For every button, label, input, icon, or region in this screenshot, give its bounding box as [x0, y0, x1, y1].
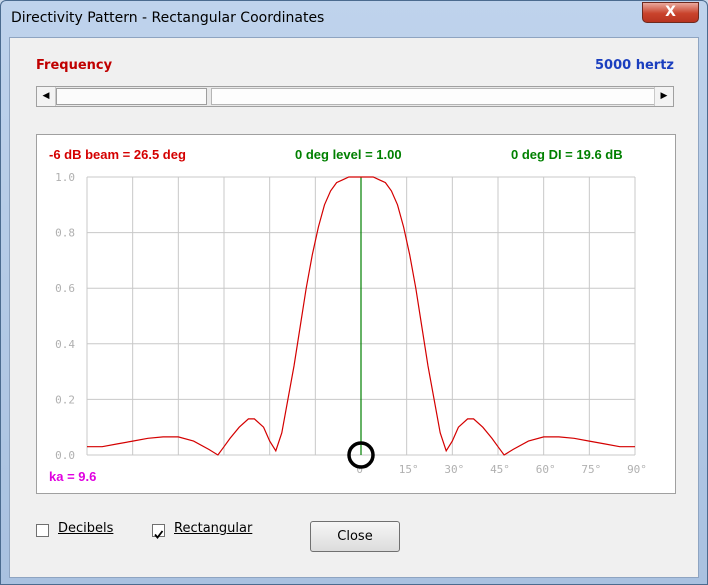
- y-tick-label: 0.4: [55, 338, 75, 351]
- decibels-label[interactable]: Decibels: [58, 521, 113, 536]
- chart-svg: 0.00.20.40.60.81.00° 15° 30° 45° 60° 75° 90° -…: [49, 147, 647, 484]
- x-tick-label: 15°: [399, 463, 419, 476]
- rectangular-checkbox[interactable]: [152, 524, 165, 539]
- frequency-value: 5000 hertz: [595, 58, 674, 73]
- check-mark-icon: [154, 530, 164, 539]
- rectangular-label[interactable]: Rectangular: [174, 521, 252, 536]
- slider-track[interactable]: [211, 88, 655, 105]
- y-tick-label: 0.0: [55, 449, 75, 462]
- scroll-left-arrow-icon[interactable]: ◀: [37, 87, 56, 106]
- scroll-right-arrow-icon[interactable]: ▶: [654, 87, 673, 106]
- y-tick-label: 0.6: [55, 282, 75, 295]
- slider-thumb[interactable]: [56, 88, 207, 105]
- title-bar[interactable]: Directivity Pattern - Rectangular Coordi…: [1, 1, 707, 37]
- y-tick-label: 0.8: [55, 227, 75, 240]
- x-tick-label: 30°: [444, 463, 464, 476]
- window-title: Directivity Pattern - Rectangular Coordi…: [11, 10, 325, 26]
- close-window-button[interactable]: X: [642, 2, 699, 23]
- dialog-client-area: Frequency 5000 hertz ◀ ▶ 0.0 0.2 0.4 0.6 0.8…: [9, 37, 699, 578]
- frequency-label: Frequency: [36, 58, 113, 73]
- directivity-chart: 0.0 0.2 0.4 0.6 0.8 1.0 0° 15° 30° 45° 60° 75° 90° -…: [36, 134, 676, 494]
- decibels-checkbox[interactable]: [36, 524, 49, 537]
- y-tick-label: 1.0: [55, 171, 75, 184]
- x-tick-label: 45°: [490, 463, 510, 476]
- zero-deg-level-readout: 0 deg level = 1.00: [295, 147, 402, 162]
- directivity-index-readout: 0 deg DI = 19.6 dB: [511, 147, 623, 162]
- frequency-slider[interactable]: ◀ ▶: [36, 86, 674, 107]
- x-tick-label: 60°: [536, 463, 556, 476]
- ka-readout: ka = 9.6: [49, 469, 96, 484]
- close-button[interactable]: Close: [310, 521, 400, 552]
- dialog-window: Directivity Pattern - Rectangular Coordi…: [0, 0, 708, 585]
- x-tick-label: 75°: [581, 463, 601, 476]
- beam-width-readout: -6 dB beam = 26.5 deg: [49, 147, 186, 162]
- x-tick-label: 90°: [627, 463, 647, 476]
- y-tick-label: 0.2: [55, 393, 75, 406]
